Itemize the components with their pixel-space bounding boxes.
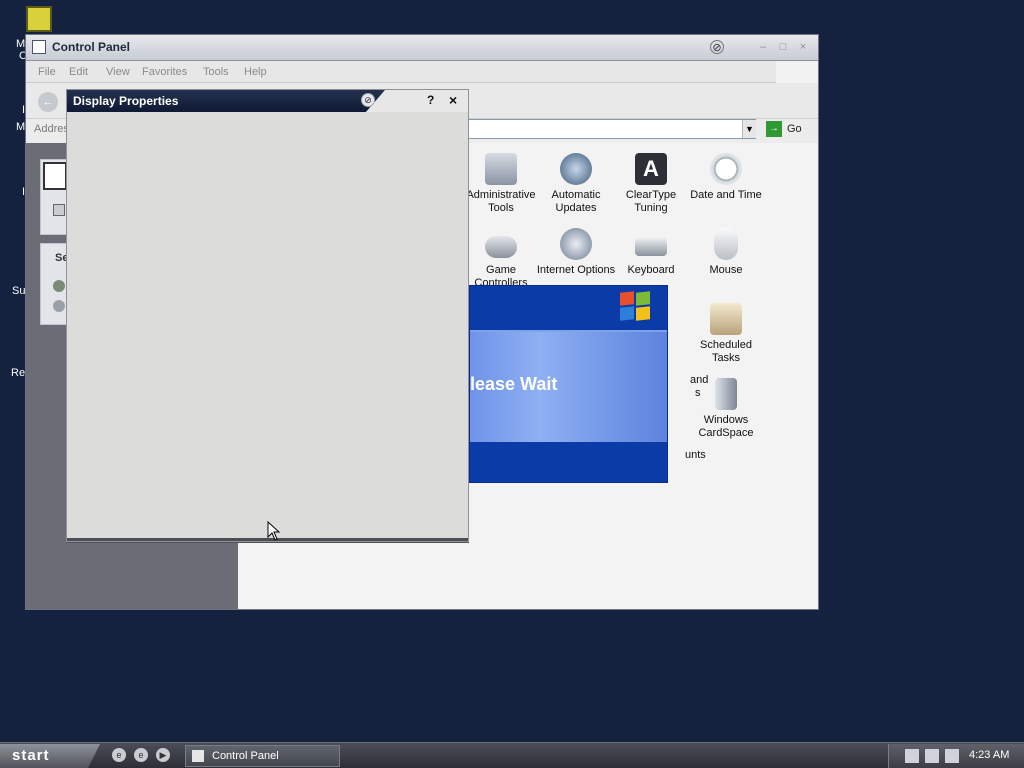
updates-icon	[560, 153, 592, 185]
windows-update-icon[interactable]	[53, 280, 65, 292]
partial-label: s	[695, 387, 701, 399]
mouse-icon	[714, 228, 738, 260]
menu-favorites[interactable]: Favorites	[142, 66, 187, 78]
cp-item-label: Date and Time	[690, 189, 762, 201]
please-wait-header	[470, 286, 667, 330]
cp-item-administrative-tools[interactable]: Administrative Tools	[461, 153, 541, 215]
cp-item-label: ClearType Tuning	[625, 189, 677, 214]
please-wait-text: lease Wait	[470, 374, 558, 394]
cp-item-label: Mouse	[709, 264, 743, 276]
window-title: Control Panel	[52, 40, 131, 54]
help-icon[interactable]	[53, 300, 65, 312]
address-input[interactable]	[466, 119, 756, 139]
cardspace-icon	[715, 378, 737, 410]
mouse-cursor-icon	[267, 521, 281, 541]
windows-logo-icon	[620, 291, 652, 322]
go-button[interactable]: Go	[787, 123, 802, 135]
cp-item-cleartype-tuning[interactable]: A ClearType Tuning	[611, 153, 691, 215]
control-panel-icon	[192, 750, 204, 762]
quicklaunch-browser-icon[interactable]: e	[112, 748, 126, 762]
tray-icon[interactable]	[945, 749, 959, 763]
start-button[interactable]: start	[0, 744, 100, 768]
cp-item-internet-options[interactable]: Internet Options	[536, 228, 616, 277]
minimize-button[interactable]: –	[756, 40, 770, 54]
cp-item-mouse[interactable]: Mouse	[686, 228, 766, 277]
taskbar-button-control-panel[interactable]: Control Panel	[185, 745, 340, 767]
quicklaunch-ie-icon[interactable]: e	[134, 748, 148, 762]
cp-item-label: Administrative Tools	[466, 189, 536, 214]
cp-item-label: Windows CardSpace	[698, 414, 754, 439]
desktop-label-fragment: M	[16, 38, 26, 50]
cp-item-date-and-time[interactable]: Date and Time	[686, 153, 766, 202]
menu-edit[interactable]: Edit	[69, 66, 88, 78]
cp-item-scheduled-tasks[interactable]: Scheduled Tasks	[686, 303, 766, 365]
go-arrow-icon[interactable]: →	[766, 121, 782, 137]
menu-help[interactable]: Help	[244, 66, 267, 78]
cp-item-label: Keyboard	[627, 264, 675, 276]
display-properties-dialog: Display Properties ⊘ ? ×	[66, 89, 469, 542]
taskbar: start e e ▶ Control Panel 4:23 AM	[0, 742, 1024, 768]
dialog-title: Display Properties	[73, 94, 179, 108]
cp-item-label: Automatic Updates	[551, 189, 601, 214]
switch-view-icon[interactable]	[53, 204, 65, 216]
tasks-icon	[710, 303, 742, 335]
menu-bar: File Edit View Favorites Tools Help	[26, 61, 776, 83]
gamepad-icon	[485, 236, 517, 258]
cp-item-label: Internet Options	[536, 264, 616, 276]
partial-label: and	[690, 374, 709, 386]
compass-icon[interactable]: ⊘	[361, 93, 375, 107]
system-tray: 4:23 AM	[888, 744, 1024, 768]
display-properties-titlebar[interactable]: Display Properties ⊘ ? ×	[67, 90, 468, 112]
control-panel-titlebar[interactable]: Control Panel ⊘ – □ ×	[26, 35, 818, 61]
tray-icon[interactable]	[905, 749, 919, 763]
maximize-button[interactable]: □	[776, 40, 790, 54]
cleartype-icon: A	[635, 153, 667, 185]
taskbar-button-label: Control Panel	[212, 750, 279, 762]
cp-item-label: Scheduled Tasks	[700, 339, 752, 364]
close-button[interactable]: ×	[449, 92, 457, 108]
menu-file[interactable]: File	[38, 66, 56, 78]
help-button[interactable]: ?	[427, 93, 434, 107]
close-button[interactable]: ×	[796, 40, 810, 54]
desktop-label-fragment: Re	[11, 367, 26, 379]
computer-icon	[26, 6, 52, 32]
menu-tools[interactable]: Tools	[203, 66, 229, 78]
menu-view[interactable]: View	[106, 66, 130, 78]
please-wait-footer	[470, 442, 667, 482]
desktop-label-fragment: M	[16, 121, 26, 133]
please-wait-body: lease Wait	[470, 330, 667, 442]
checklist-icon	[43, 162, 67, 190]
back-button[interactable]: ←	[38, 92, 58, 112]
tray-icon[interactable]	[925, 749, 939, 763]
compass-icon[interactable]: ⊘	[710, 40, 724, 54]
globe-icon	[560, 228, 592, 260]
quicklaunch-media-icon[interactable]: ▶	[156, 748, 170, 762]
chevron-down-icon[interactable]: ▼	[742, 120, 756, 138]
clock: 4:23 AM	[969, 749, 1010, 761]
cp-item-automatic-updates[interactable]: Automatic Updates	[536, 153, 616, 215]
start-label: start	[12, 747, 50, 764]
admin-tools-icon	[485, 153, 517, 185]
keyboard-icon	[635, 238, 667, 256]
desktop-label-fragment: Su	[12, 285, 26, 297]
cp-item-keyboard[interactable]: Keyboard	[611, 228, 691, 277]
please-wait-dialog: lease Wait	[469, 285, 668, 483]
control-panel-icon	[32, 40, 46, 54]
partial-label: unts	[685, 449, 706, 461]
clock-icon	[710, 153, 742, 185]
cp-item-game-controllers[interactable]: Game Controllers	[461, 228, 541, 290]
